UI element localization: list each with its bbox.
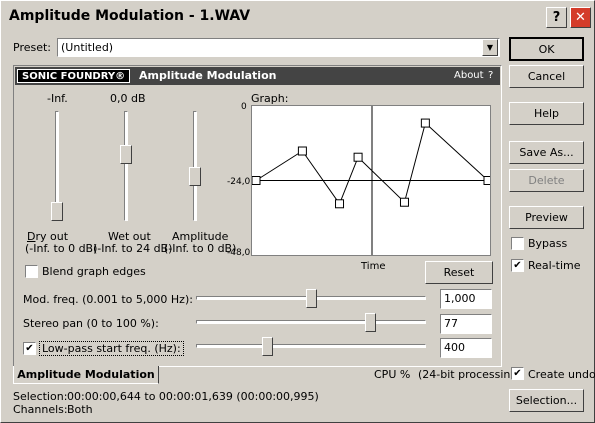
- graph-x-label: Time: [361, 261, 386, 272]
- modulation-graph[interactable]: [251, 105, 491, 256]
- channels-value: Both: [67, 403, 93, 416]
- selection-button[interactable]: Selection...: [509, 389, 584, 412]
- plugin-help-link[interactable]: ?: [488, 70, 493, 81]
- plugin-name: Amplitude Modulation: [139, 69, 277, 82]
- graph-point[interactable]: [252, 176, 261, 185]
- close-button[interactable]: ✕: [570, 7, 591, 28]
- dry-top-value: -Inf.: [47, 92, 68, 105]
- mod-freq-input[interactable]: 1,000: [440, 289, 492, 309]
- lowpass-label: Low-pass start freq. (Hz):: [39, 341, 184, 356]
- mod-freq-thumb[interactable]: [305, 289, 317, 308]
- stereo-pan-thumb[interactable]: [364, 313, 376, 332]
- help-title-button[interactable]: ?: [546, 7, 567, 28]
- amp-range: (-Inf. to 0 dB): [164, 242, 237, 255]
- bypass-label: Bypass: [528, 237, 568, 250]
- wet-slider-thumb[interactable]: [120, 144, 132, 164]
- processing-label: (24-bit processing): [418, 368, 522, 381]
- stereo-pan-track: [196, 320, 426, 324]
- blend-checkbox[interactable]: [25, 265, 38, 278]
- graph-y-mid: -24,0: [227, 177, 251, 187]
- cancel-button[interactable]: Cancel: [509, 65, 584, 88]
- chevron-down-icon[interactable]: ▼: [482, 39, 498, 56]
- preset-dropdown[interactable]: (Untitled) ▼: [57, 38, 500, 57]
- save-as-button[interactable]: Save As...: [509, 141, 584, 164]
- realtime-checkbox[interactable]: ✔: [511, 259, 524, 272]
- graph-point[interactable]: [297, 146, 307, 156]
- undo-label: Create undo: [528, 368, 595, 381]
- graph-point[interactable]: [353, 152, 363, 162]
- help-button[interactable]: Help: [509, 102, 584, 125]
- graph-point[interactable]: [399, 197, 409, 207]
- wet-slider-track: [124, 111, 128, 221]
- graph-point[interactable]: [483, 176, 491, 185]
- ok-button[interactable]: OK: [509, 37, 584, 61]
- undo-checkbox[interactable]: ✔: [511, 367, 524, 380]
- plugin-header: SONIC FOUNDRY® Amplitude Modulation Abou…: [15, 67, 500, 85]
- delete-button[interactable]: Delete: [509, 169, 584, 192]
- dry-range: (-Inf. to 0 dB): [25, 242, 98, 255]
- selection-label: Selection:: [13, 390, 68, 403]
- title-bar: Amplitude Modulation - 1.WAV ? ✕: [3, 3, 592, 30]
- graph-label: Graph:: [251, 92, 289, 105]
- lowpass-checkbox[interactable]: ✔: [23, 342, 36, 355]
- reset-button[interactable]: Reset: [425, 261, 493, 284]
- window-title: Amplitude Modulation - 1.WAV: [9, 8, 251, 24]
- graph-point[interactable]: [335, 199, 345, 209]
- stereo-pan-input[interactable]: 77: [440, 314, 492, 334]
- graph-point[interactable]: [420, 118, 430, 128]
- cpu-label: CPU %: [374, 368, 411, 381]
- preset-value: (Untitled): [61, 41, 114, 54]
- lowpass-thumb[interactable]: [261, 337, 273, 356]
- amp-slider-track: [193, 111, 197, 221]
- preset-label: Preset:: [13, 41, 52, 54]
- preview-button[interactable]: Preview: [509, 206, 584, 229]
- amp-slider-thumb[interactable]: [189, 167, 201, 187]
- about-link[interactable]: About: [454, 70, 484, 81]
- selection-value: 00:00:00,644 to 00:00:01,639 (00:00:00,9…: [67, 390, 319, 403]
- lowpass-track: [196, 344, 426, 348]
- blend-label: Blend graph edges: [42, 265, 146, 278]
- dialog-window: Amplitude Modulation - 1.WAV ? ✕ Preset:…: [0, 0, 595, 423]
- channels-label: Channels:: [13, 403, 68, 416]
- dry-slider-thumb[interactable]: [51, 202, 63, 221]
- tab-amplitude-modulation[interactable]: Amplitude Modulation: [13, 366, 159, 384]
- wet-top-value: 0,0 dB: [110, 92, 146, 105]
- graph-y-top: 0: [241, 102, 247, 112]
- lowpass-input[interactable]: 400: [440, 338, 492, 358]
- stereo-pan-label: Stereo pan (0 to 100 %):: [23, 317, 159, 330]
- bypass-checkbox[interactable]: [511, 237, 524, 250]
- wet-range: (-Inf. to 24 dB): [93, 242, 173, 255]
- realtime-label: Real-time: [528, 259, 581, 272]
- graph-y-bottom: -48,0: [227, 248, 251, 258]
- brand-logo: SONIC FOUNDRY®: [17, 69, 131, 83]
- mod-freq-label: Mod. freq. (0.001 to 5,000 Hz):: [23, 293, 193, 306]
